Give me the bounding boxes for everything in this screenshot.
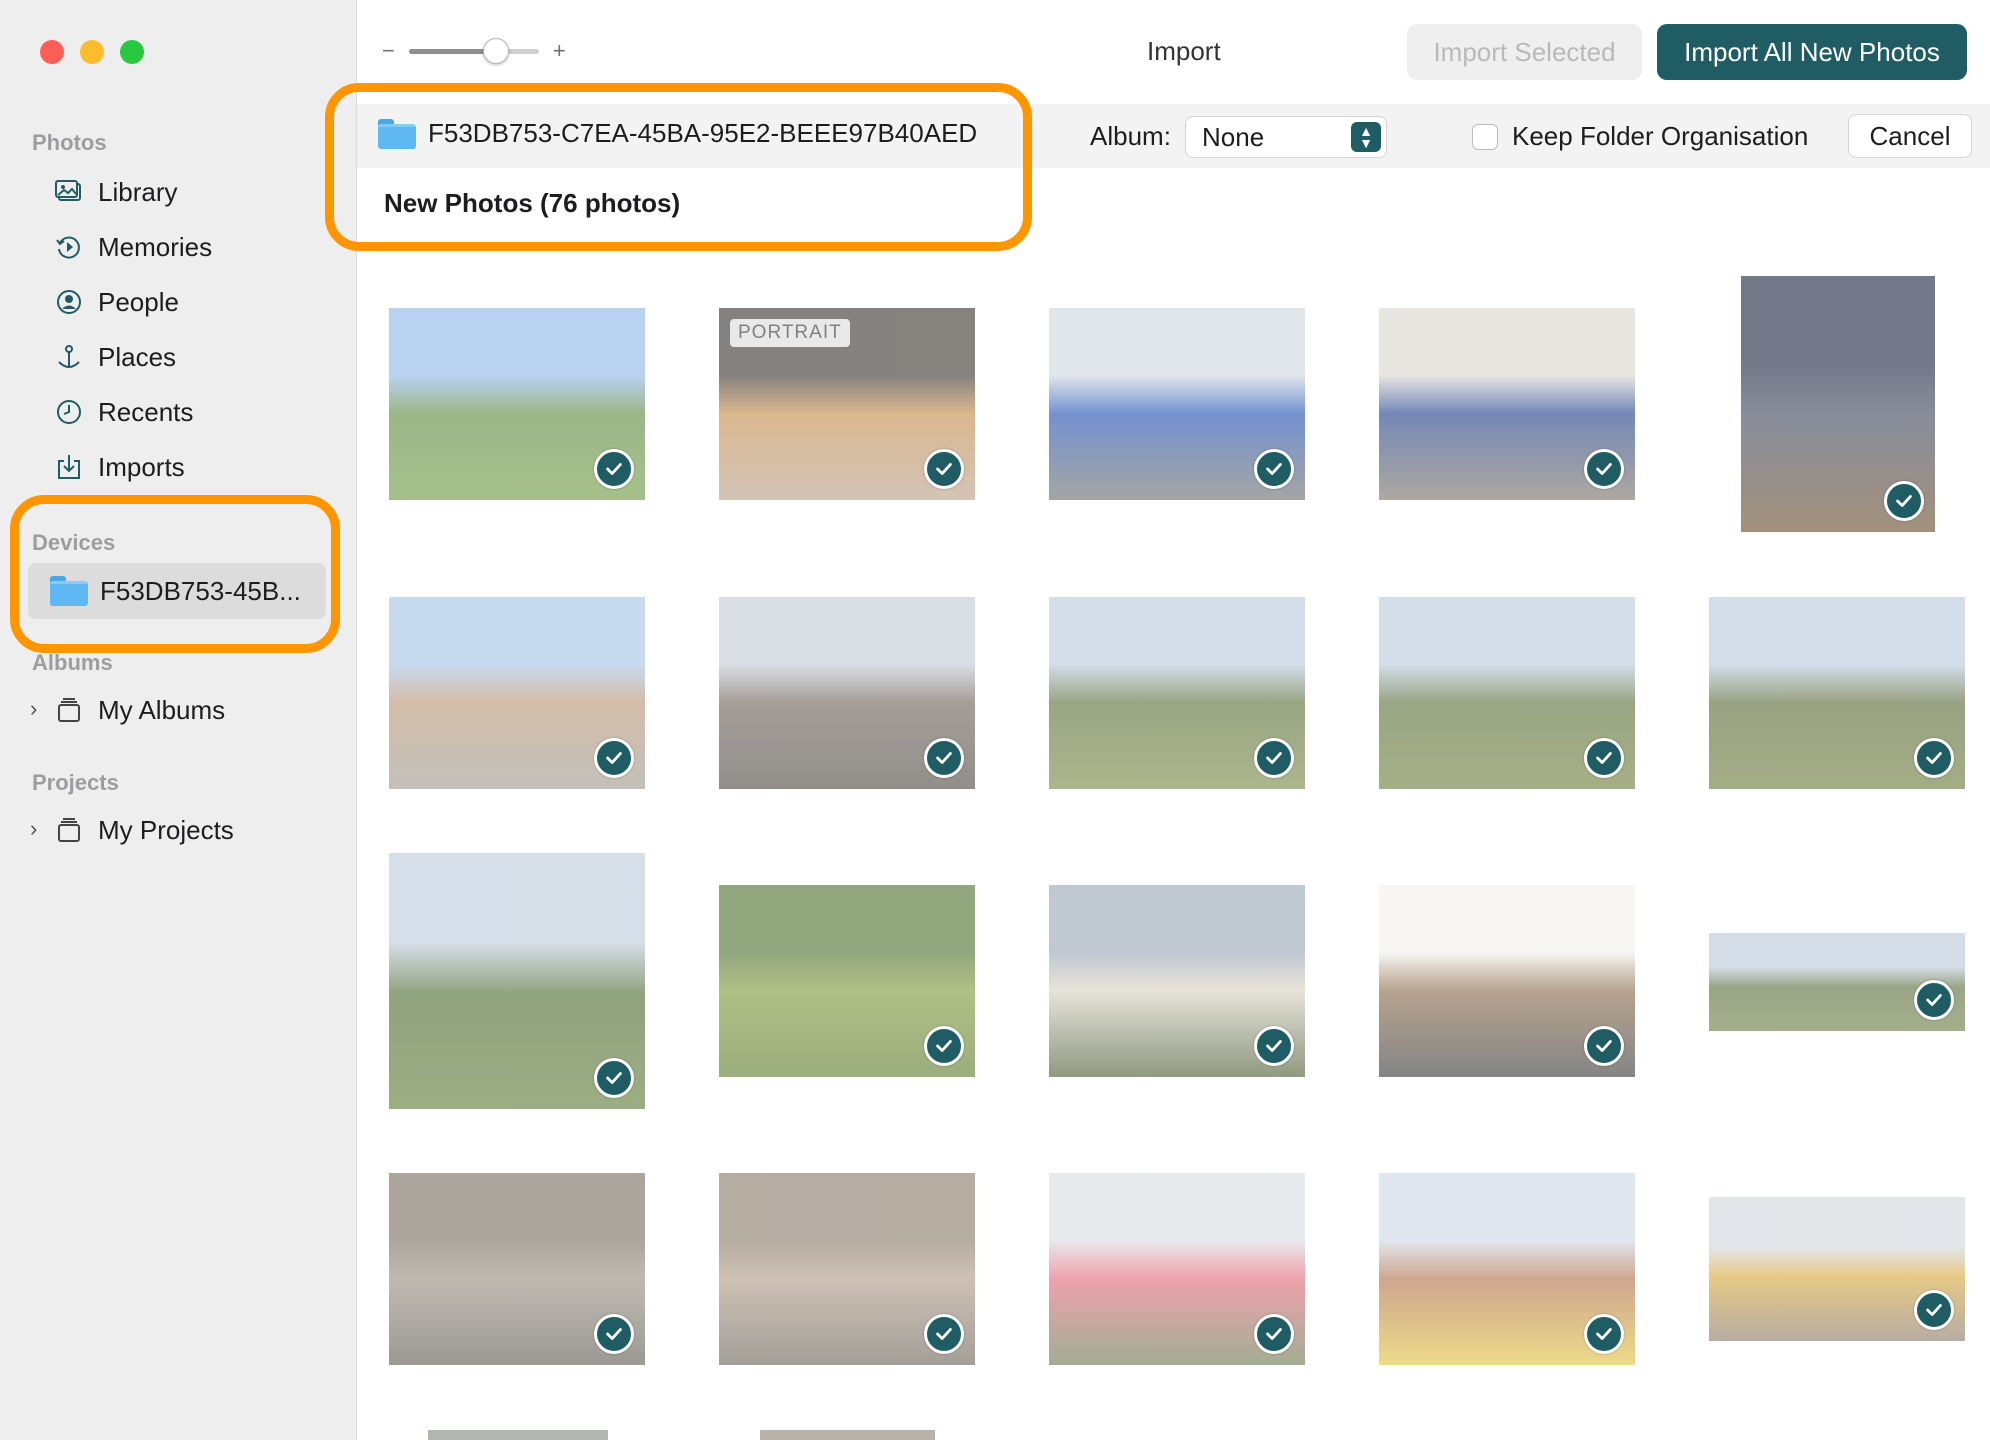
checkmark-icon[interactable] bbox=[1584, 738, 1624, 778]
checkmark-icon[interactable] bbox=[1254, 738, 1294, 778]
sidebar-item-label: People bbox=[98, 286, 179, 317]
checkmark-icon[interactable] bbox=[924, 1026, 964, 1066]
disclosure-chevron-icon[interactable]: › bbox=[30, 696, 37, 722]
zoom-out-button[interactable]: − bbox=[382, 38, 395, 64]
sidebar-item-label: Places bbox=[98, 341, 177, 372]
zoom-in-button[interactable]: + bbox=[553, 38, 566, 64]
import-selected-button[interactable]: Import Selected bbox=[1407, 24, 1642, 80]
window-title: Import bbox=[1147, 36, 1221, 66]
memories-icon bbox=[52, 230, 86, 264]
checkmark-icon[interactable] bbox=[924, 738, 964, 778]
sidebar-item-my-albums[interactable]: My Albums bbox=[52, 686, 332, 734]
recents-icon bbox=[52, 395, 86, 429]
checkmark-icon[interactable] bbox=[1584, 1314, 1624, 1354]
checkmark-icon[interactable] bbox=[594, 738, 634, 778]
checkmark-icon[interactable] bbox=[1584, 449, 1624, 489]
checkmark-icon[interactable] bbox=[1584, 1026, 1624, 1066]
disclosure-chevron-icon[interactable]: › bbox=[30, 816, 37, 842]
zoom-slider-knob[interactable] bbox=[482, 37, 509, 64]
album-label: Album: bbox=[1090, 121, 1171, 151]
stepper-chevrons-icon: ▲ ▼ bbox=[1351, 122, 1381, 152]
sidebar-item-imports[interactable]: Imports bbox=[52, 443, 332, 491]
places-icon bbox=[52, 340, 86, 374]
portrait-badge: PORTRAIT bbox=[730, 319, 850, 347]
album-select[interactable]: None ▲ ▼ bbox=[1185, 116, 1387, 158]
sidebar-item-memories[interactable]: Memories bbox=[52, 223, 332, 271]
section-title-photos: Photos bbox=[32, 130, 107, 155]
device-highlight bbox=[10, 495, 340, 653]
zoom-slider-fill bbox=[408, 48, 495, 54]
section-title-projects: Projects bbox=[32, 770, 119, 795]
checkmark-icon[interactable] bbox=[1254, 449, 1294, 489]
people-icon bbox=[52, 285, 86, 319]
sidebar: Photos Library Memories People Places Re… bbox=[0, 0, 357, 1440]
sidebar-item-label: Recents bbox=[98, 396, 194, 427]
sidebar-item-places[interactable]: Places bbox=[52, 333, 332, 381]
sidebar-item-library[interactable]: Library bbox=[52, 168, 332, 216]
sidebar-item-label: Memories bbox=[98, 231, 213, 262]
checkmark-icon[interactable] bbox=[1914, 1290, 1954, 1330]
keep-folder-checkbox[interactable] bbox=[1472, 123, 1498, 150]
checkmark-icon[interactable] bbox=[1254, 1026, 1294, 1066]
photo-thumbnail-partial[interactable] bbox=[428, 1430, 608, 1440]
checkmark-icon[interactable] bbox=[594, 1058, 634, 1098]
sidebar-item-label: Imports bbox=[98, 451, 185, 482]
sidebar-item-people[interactable]: People bbox=[52, 278, 332, 326]
section-title-albums: Albums bbox=[32, 650, 113, 675]
cancel-button[interactable]: Cancel bbox=[1848, 114, 1972, 158]
checkmark-icon[interactable] bbox=[1914, 980, 1954, 1020]
minimize-window-button[interactable] bbox=[80, 40, 104, 64]
imports-icon bbox=[52, 450, 86, 484]
zoom-control: − + bbox=[382, 37, 566, 64]
checkmark-icon[interactable] bbox=[594, 1314, 634, 1354]
zoom-slider[interactable] bbox=[408, 37, 539, 64]
checkmark-icon[interactable] bbox=[594, 449, 634, 489]
source-highlight bbox=[325, 83, 1032, 251]
sidebar-item-my-projects[interactable]: My Projects bbox=[52, 806, 332, 854]
library-icon bbox=[52, 175, 86, 209]
checkmark-icon[interactable] bbox=[924, 1314, 964, 1354]
album-select-value: None bbox=[1202, 121, 1265, 152]
sidebar-item-label: My Albums bbox=[98, 694, 226, 725]
photo-thumbnail-partial[interactable] bbox=[760, 1430, 935, 1440]
keep-folder-label: Keep Folder Organisation bbox=[1512, 121, 1809, 151]
album-stack-icon bbox=[52, 693, 86, 727]
import-all-button[interactable]: Import All New Photos bbox=[1657, 24, 1967, 80]
sidebar-item-recents[interactable]: Recents bbox=[52, 388, 332, 436]
checkmark-icon[interactable] bbox=[1254, 1314, 1294, 1354]
sidebar-item-label: Library bbox=[98, 176, 178, 207]
checkmark-icon[interactable] bbox=[1884, 481, 1924, 521]
keep-folder-option[interactable]: Keep Folder Organisation bbox=[1472, 121, 1808, 152]
sidebar-item-label: My Projects bbox=[98, 814, 234, 845]
close-window-button[interactable] bbox=[40, 40, 64, 64]
zoom-window-button[interactable] bbox=[120, 40, 144, 64]
window-controls bbox=[40, 40, 144, 64]
checkmark-icon[interactable] bbox=[1914, 738, 1954, 778]
checkmark-icon[interactable] bbox=[924, 449, 964, 489]
project-stack-icon bbox=[52, 813, 86, 847]
